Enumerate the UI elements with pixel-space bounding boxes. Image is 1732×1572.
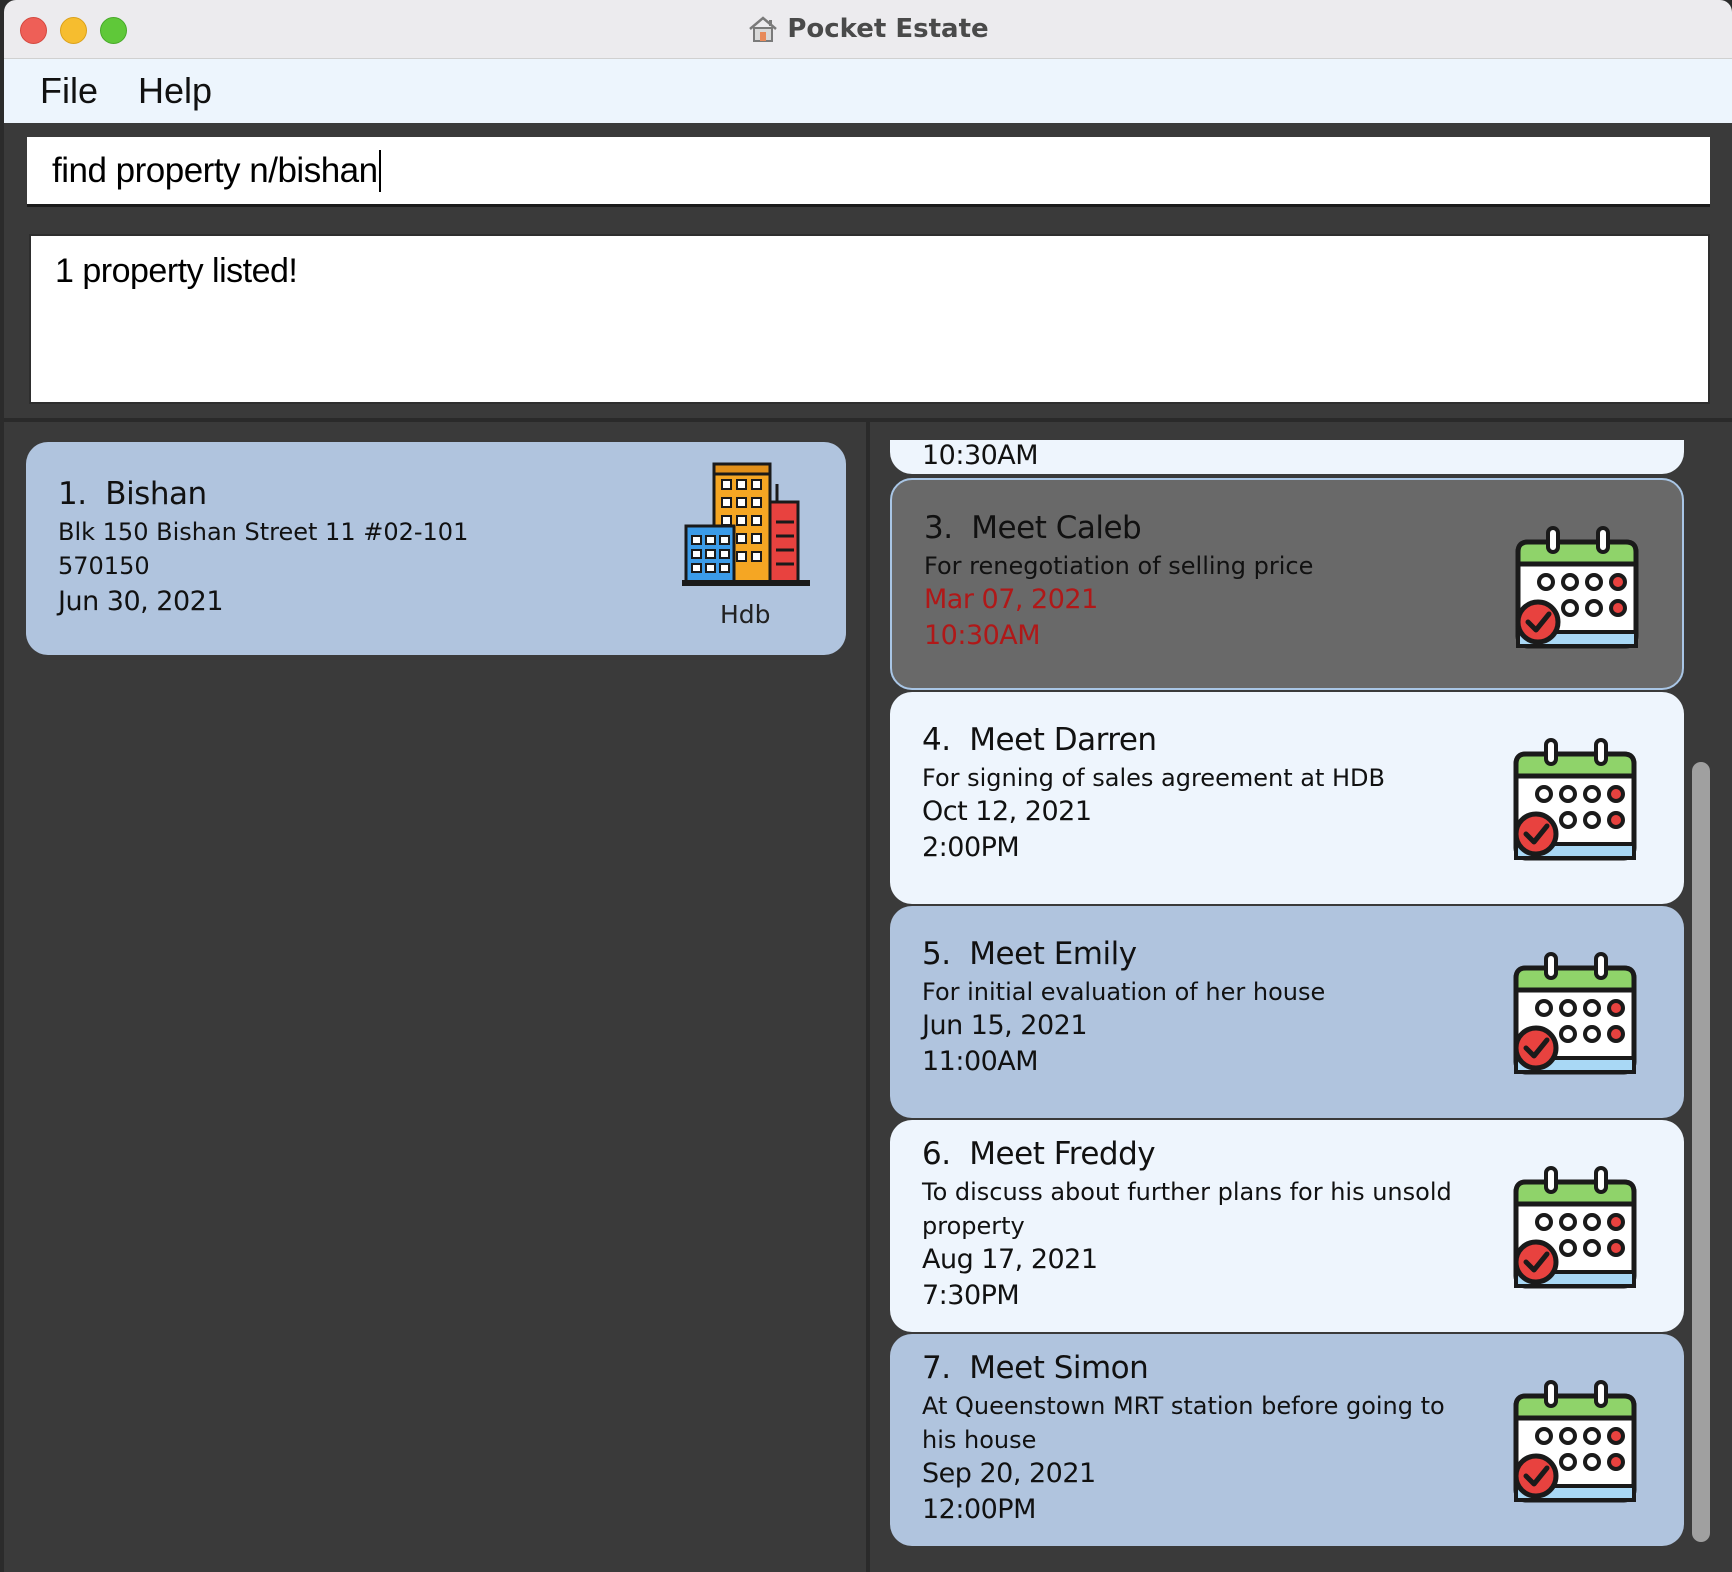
appointment-time: 12:00PM (922, 1494, 1036, 1525)
property-name: Bishan (105, 476, 207, 512)
result-message: 1 property listed! (55, 252, 298, 290)
menu-file[interactable]: File (40, 70, 98, 112)
property-deadline: Jun 30, 2021 (58, 586, 224, 617)
text-caret (378, 149, 381, 192)
appointment-date: Mar 07, 2021 (924, 584, 1098, 615)
property-index: 1. (58, 476, 87, 512)
appointment-remark: For initial evaluation of her house (922, 978, 1326, 1006)
appointment-name: Meet Emily (969, 936, 1137, 972)
appointment-time: 7:30PM (922, 1280, 1020, 1311)
appointment-time: 10:30AM (924, 620, 1041, 651)
appointment-time: 11:00AM (922, 1046, 1039, 1077)
building-icon (682, 462, 810, 586)
appointment-remark: For signing of sales agreement at HDB (922, 764, 1385, 792)
appointment-remark-cont: his house (922, 1426, 1037, 1454)
appointment-card[interactable]: 10:30AM (890, 440, 1684, 474)
appointment-date: Oct 12, 2021 (922, 796, 1092, 827)
property-type: Hdb (720, 600, 771, 629)
command-text: find property n/bishan (52, 150, 378, 190)
calendar-check-icon (1510, 732, 1642, 864)
appointment-list[interactable]: 10:30AM 3. Meet Caleb For renegotiation … (890, 440, 1686, 1552)
appointment-card[interactable]: 3. Meet Caleb For renegotiation of selli… (890, 478, 1684, 690)
appointment-date: Sep 20, 2021 (922, 1458, 1096, 1489)
appointment-remark: To discuss about further plans for his u… (922, 1178, 1452, 1206)
appointment-index: 3. (924, 510, 953, 546)
command-input[interactable]: find property n/bishan (27, 137, 1710, 207)
appointment-index: 5. (922, 936, 951, 972)
property-card[interactable]: 1. Bishan Blk 150 Bishan Street 11 #02-1… (26, 442, 846, 655)
menu-help[interactable]: Help (138, 70, 212, 112)
appointment-time: 10:30AM (922, 440, 1039, 471)
calendar-check-icon (1512, 520, 1644, 652)
property-postal: 570150 (58, 552, 150, 580)
house-icon (749, 16, 778, 42)
appointment-remark: At Queenstown MRT station before going t… (922, 1392, 1445, 1420)
appointment-name: Meet Caleb (971, 510, 1142, 546)
appointment-date: Aug 17, 2021 (922, 1244, 1098, 1275)
appointment-index: 6. (922, 1136, 951, 1172)
appointment-card[interactable]: 5. Meet Emily For initial evaluation of … (890, 906, 1684, 1118)
appointment-card[interactable]: 6. Meet Freddy To discuss about further … (890, 1120, 1684, 1332)
appointment-remark-cont: property (922, 1212, 1025, 1240)
property-address: Blk 150 Bishan Street 11 #02-101 (58, 518, 469, 546)
appointment-time: 2:00PM (922, 832, 1020, 863)
scrollbar-thumb[interactable] (1692, 762, 1710, 1542)
title-bar: Pocket Estate (4, 0, 1732, 59)
app-window: Pocket Estate File Help find property n/… (4, 0, 1732, 1572)
appointment-name: Meet Darren (969, 722, 1157, 758)
appointment-name: Meet Simon (969, 1350, 1149, 1386)
appointment-name: Meet Freddy (969, 1136, 1156, 1172)
appointment-date: Jun 15, 2021 (922, 1010, 1088, 1041)
appointment-remark: For renegotiation of selling price (924, 552, 1314, 580)
appointment-card[interactable]: 7. Meet Simon At Queenstown MRT station … (890, 1334, 1684, 1546)
result-display: 1 property listed! (29, 234, 1710, 404)
calendar-check-icon (1510, 1160, 1642, 1292)
menu-bar: File Help (4, 59, 1732, 123)
appointment-index: 7. (922, 1350, 951, 1386)
window-title: Pocket Estate (787, 14, 989, 44)
appointment-card[interactable]: 4. Meet Darren For signing of sales agre… (890, 692, 1684, 904)
calendar-check-icon (1510, 1374, 1642, 1506)
appointment-index: 4. (922, 722, 951, 758)
calendar-check-icon (1510, 946, 1642, 1078)
vertical-divider[interactable] (866, 420, 870, 1572)
